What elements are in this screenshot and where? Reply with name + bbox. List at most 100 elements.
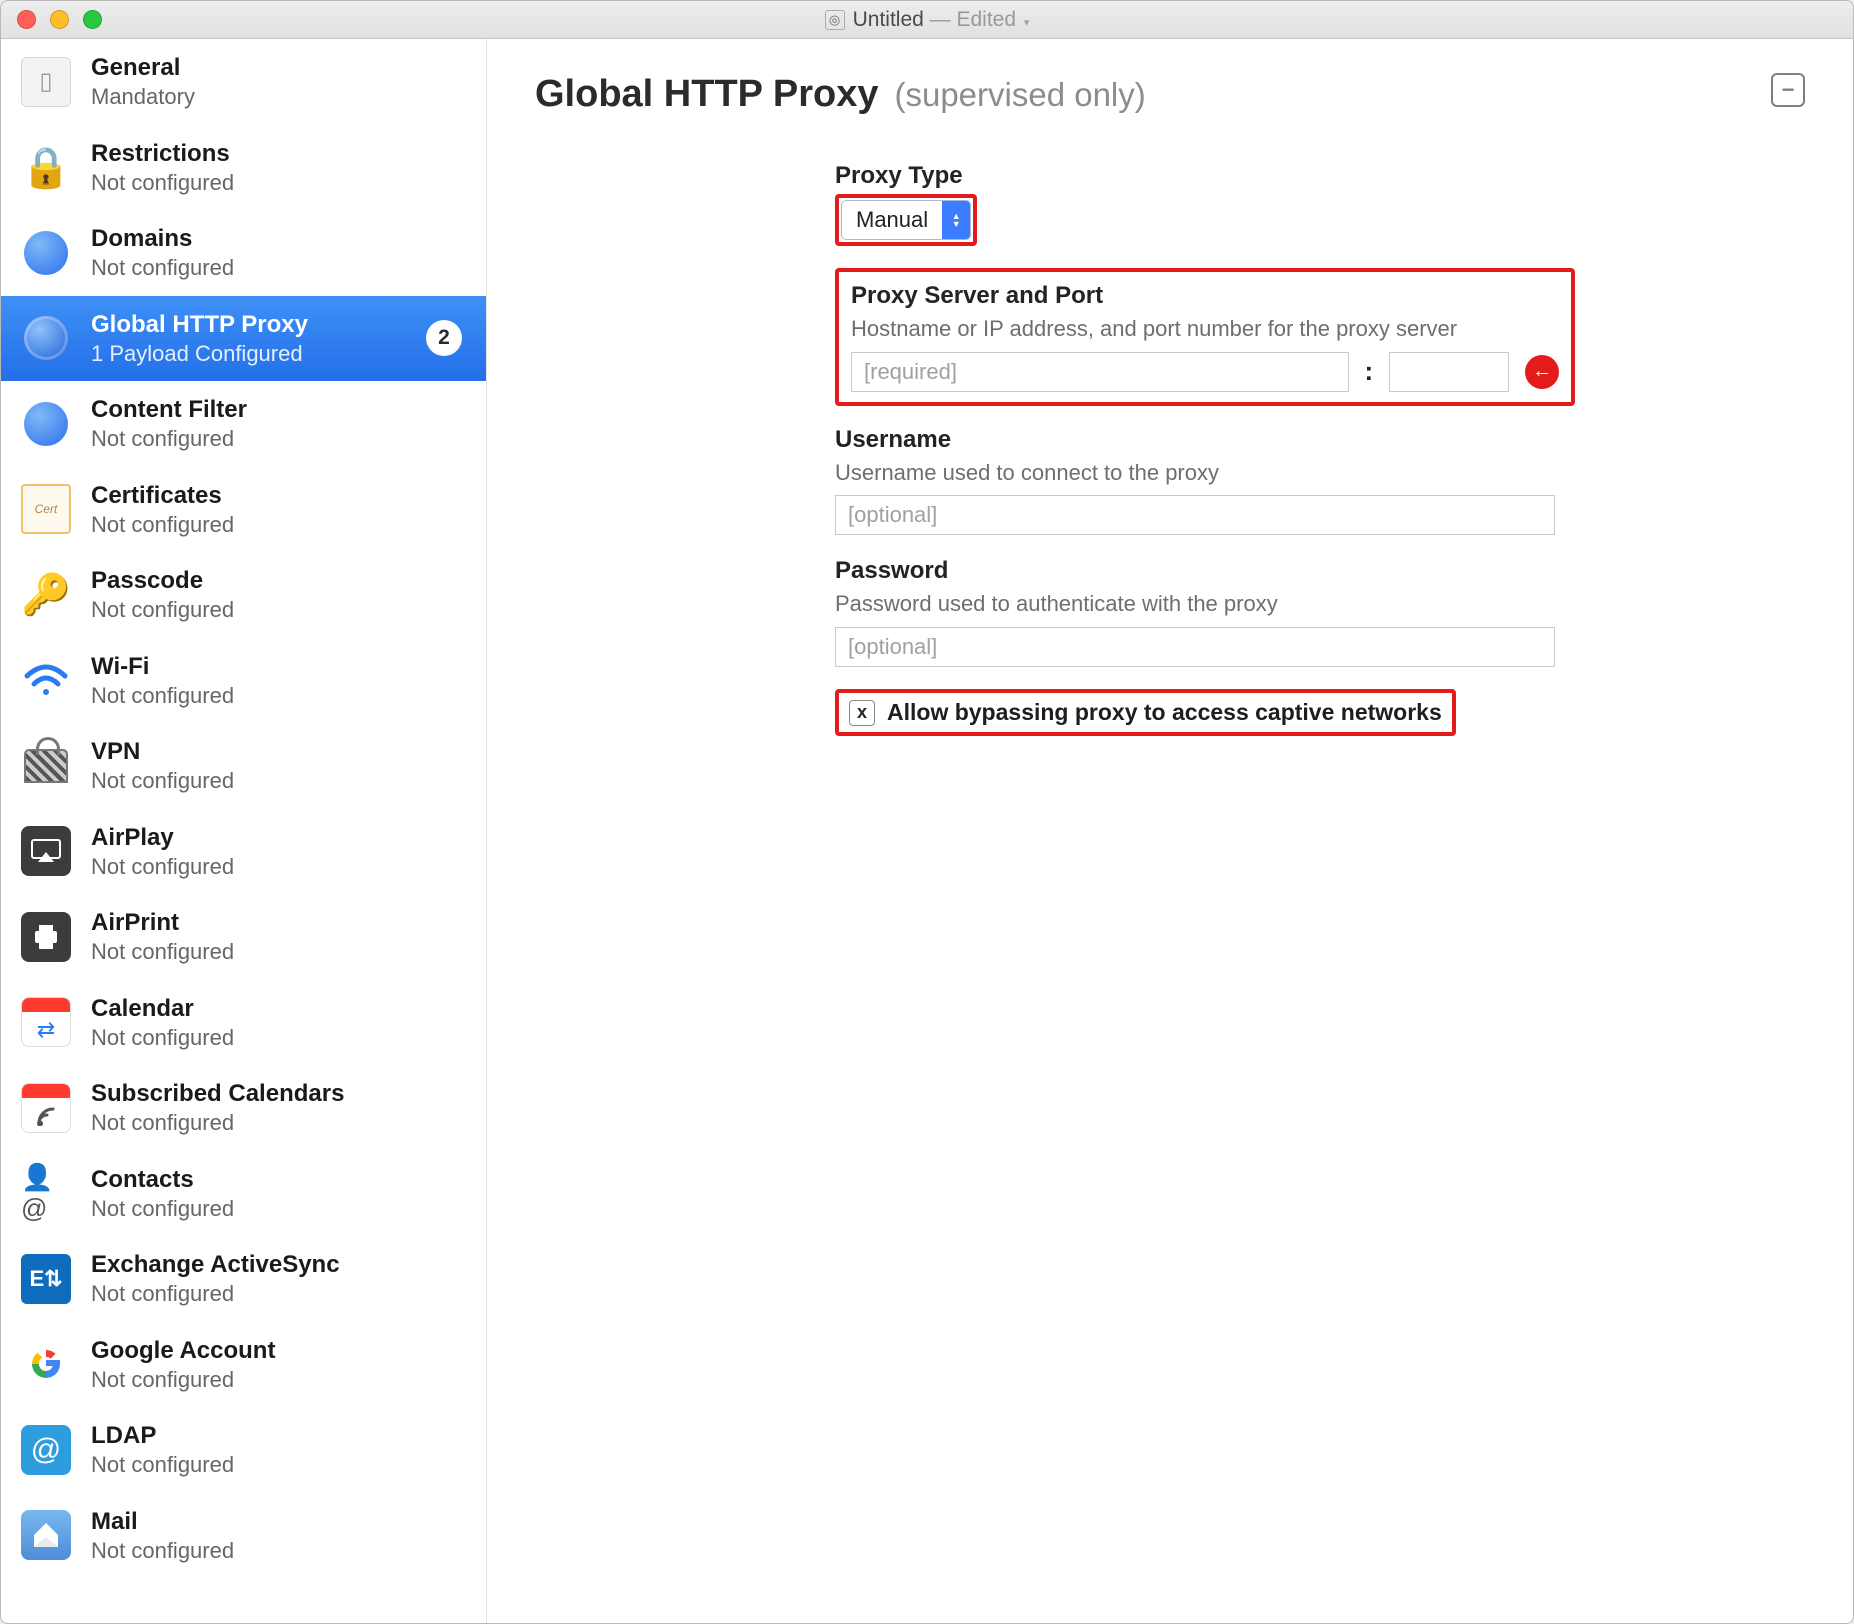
sidebar-item-contacts[interactable]: 👤@ Contacts Not configured [1,1151,486,1237]
sidebar-item-exchange[interactable]: E⇅ Exchange ActiveSync Not configured [1,1236,486,1322]
sidebar-item-sub: Mandatory [91,83,462,111]
sidebar-item-sub: Not configured [91,853,462,881]
sidebar-item-global-http-proxy[interactable]: Global HTTP Proxy 1 Payload Configured 2 [1,296,486,382]
window-title[interactable]: ◎ Untitled — Edited ▾ [1,8,1853,32]
sidebar-item-label: Domains [91,224,462,254]
select-arrows-icon: ▲▼ [942,201,970,239]
sidebar-item-airprint[interactable]: AirPrint Not configured [1,894,486,980]
sidebar-item-label: Certificates [91,481,462,511]
sidebar-item-passcode[interactable]: 🔑 Passcode Not configured [1,552,486,638]
sidebar-item-subscribed-calendars[interactable]: Subscribed Calendars Not configured [1,1065,486,1151]
sidebar-item-sub: Not configured [91,938,462,966]
mail-icon [21,1510,71,1560]
sidebar-item-vpn[interactable]: VPN Not configured [1,723,486,809]
username-label: Username [835,426,1575,454]
app-window: ◎ Untitled — Edited ▾ ▯ General Mandator… [0,0,1854,1624]
highlight-bypass: x Allow bypassing proxy to access captiv… [835,689,1456,736]
sidebar-item-wifi[interactable]: Wi-Fi Not configured [1,638,486,724]
remove-payload-button[interactable]: − [1771,73,1805,107]
titlebar: ◎ Untitled — Edited ▾ [1,1,1853,39]
highlight-server-port: Proxy Server and Port Hostname or IP add… [835,268,1575,406]
highlight-proxy-type: Manual ▲▼ [835,194,977,246]
sidebar-item-domains[interactable]: Domains Not configured [1,210,486,296]
server-port-desc: Hostname or IP address, and port number … [851,314,1559,344]
sidebar-item-general[interactable]: ▯ General Mandatory [1,39,486,125]
sidebar-item-label: Global HTTP Proxy [91,310,406,340]
sidebar-item-label: Mail [91,1507,462,1537]
sidebar-item-sub: Not configured [91,682,462,710]
google-icon [21,1339,71,1389]
proxy-port-input[interactable] [1389,352,1509,392]
sidebar-item-google[interactable]: Google Account Not configured [1,1322,486,1408]
certificate-icon: Cert [21,484,71,534]
sidebar-item-calendar[interactable]: ⇄ Calendar Not configured [1,980,486,1066]
password-desc: Password used to authenticate with the p… [835,589,1575,619]
body: ▯ General Mandatory 🔒 Restrictions Not c… [1,39,1853,1623]
sidebar-item-label: LDAP [91,1421,462,1451]
sidebar-item-label: VPN [91,737,462,767]
main-content: Global HTTP Proxy (supervised only) − Pr… [487,39,1853,1623]
proxy-type-label: Proxy Type [835,162,1575,190]
bypass-row: x Allow bypassing proxy to access captiv… [849,699,1442,726]
globe-proxy-icon [21,313,71,363]
sidebar-item-certificates[interactable]: Cert Certificates Not configured [1,467,486,553]
key-icon: 🔑 [21,570,71,620]
ldap-icon: @ [21,1425,71,1475]
document-name: Untitled [853,8,924,31]
sidebar-item-restrictions[interactable]: 🔒 Restrictions Not configured [1,125,486,211]
bypass-checkbox[interactable]: x [849,700,875,726]
sidebar-item-ldap[interactable]: @ LDAP Not configured [1,1407,486,1493]
payload-badge: 2 [426,320,462,356]
airplay-icon [21,826,71,876]
sidebar-item-label: Passcode [91,566,462,596]
sidebar-item-content-filter[interactable]: Content Filter Not configured [1,381,486,467]
sidebar-item-sub: Not configured [91,511,462,539]
proxy-type-select[interactable]: Manual ▲▼ [841,200,971,240]
page-subtitle: (supervised only) [894,76,1145,114]
sidebar-item-label: Content Filter [91,395,462,425]
document-icon: ◎ [825,10,845,30]
lock-icon: 🔒 [21,142,71,192]
sidebar-item-label: AirPrint [91,908,462,938]
server-port-row: : ← [851,352,1559,392]
sidebar-item-label: AirPlay [91,823,462,853]
exchange-icon: E⇅ [21,1254,71,1304]
password-label: Password [835,557,1575,585]
vpn-icon [21,741,71,791]
device-icon: ▯ [21,57,71,107]
contacts-icon: 👤@ [21,1168,71,1218]
sidebar-item-sub: Not configured [91,425,462,453]
globe-icon [21,228,71,278]
password-input[interactable] [835,627,1555,667]
calendar-icon: ⇄ [21,997,71,1047]
sidebar-item-sub: Not configured [91,596,462,624]
sidebar-item-label: Exchange ActiveSync [91,1250,462,1280]
sidebar-item-label: Google Account [91,1336,462,1366]
sidebar-item-sub: Not configured [91,1109,462,1137]
sidebar-item-sub: Not configured [91,1366,462,1394]
bypass-label: Allow bypassing proxy to access captive … [887,699,1442,726]
page-title: Global HTTP Proxy [535,73,878,116]
sidebar-item-label: Subscribed Calendars [91,1079,462,1109]
proxy-host-input[interactable] [851,352,1349,392]
username-desc: Username used to connect to the proxy [835,458,1575,488]
page-header: Global HTTP Proxy (supervised only) [535,73,1805,116]
sidebar-item-airplay[interactable]: AirPlay Not configured [1,809,486,895]
field-password: Password Password used to authenticate w… [835,557,1575,667]
sidebar-item-label: Calendar [91,994,462,1024]
username-input[interactable] [835,495,1555,535]
sidebar-item-label: General [91,53,462,83]
proxy-type-value: Manual [842,201,942,239]
sidebar[interactable]: ▯ General Mandatory 🔒 Restrictions Not c… [1,39,487,1623]
error-arrow-icon: ← [1525,355,1559,389]
sidebar-item-label: Contacts [91,1165,462,1195]
sidebar-item-sub: Not configured [91,767,462,795]
server-port-label: Proxy Server and Port [851,282,1559,310]
chevron-down-icon: ▾ [1024,17,1030,29]
sidebar-item-mail[interactable]: Mail Not configured [1,1493,486,1579]
field-proxy-type: Proxy Type Manual ▲▼ [835,162,1575,246]
sidebar-item-sub: Not configured [91,1195,462,1223]
airprint-icon [21,912,71,962]
colon-label: : [1365,356,1374,387]
sidebar-item-sub: Not configured [91,169,462,197]
